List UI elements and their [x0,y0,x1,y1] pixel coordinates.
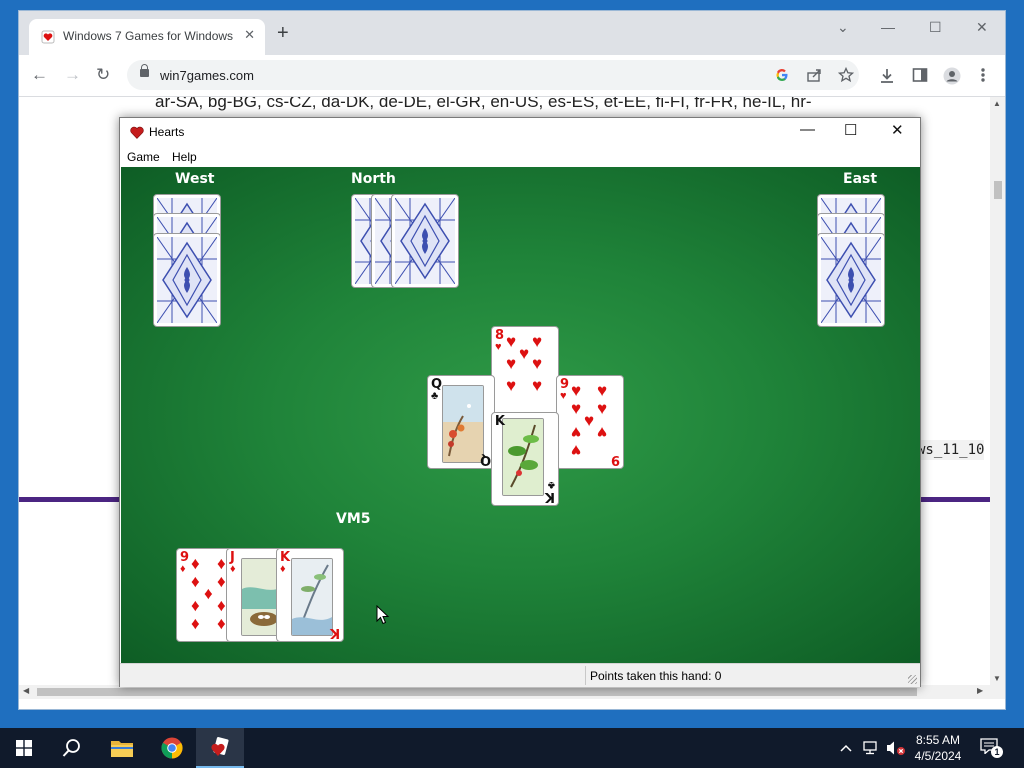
east-card-back [817,233,885,327]
horizontal-scrollbar[interactable]: ◀ ▶ [19,685,1005,699]
browser-tab[interactable]: Windows 7 Games for Windows ✕ [29,19,265,55]
code-snippet: ws_11_10 [917,440,985,460]
new-tab-button[interactable]: + [277,23,289,43]
minimize-button[interactable]: — [881,19,895,35]
forward-button[interactable]: → [64,65,81,85]
address-bar[interactable]: win7games.com [127,60,859,90]
search-icon [62,739,80,757]
hearts-maximize-button[interactable]: ☐ [844,121,857,139]
maximize-button[interactable]: ☐ [929,19,942,36]
chrome-icon [161,737,183,759]
card-suit: ♣ [547,479,555,491]
points-status: Points taken this hand: 0 [590,669,722,683]
hearts-titlebar[interactable]: Hearts — ☐ ✕ [120,118,920,146]
scroll-up-arrow-icon[interactable]: ▲ [993,99,1001,108]
scroll-down-arrow-icon[interactable]: ▼ [993,674,1001,683]
reload-button[interactable]: ↻ [96,65,110,85]
windows-logo-icon [16,740,32,756]
scroll-left-arrow-icon[interactable]: ◀ [23,686,29,695]
game-table: West North East VM5 8 ♥ ♥ ♥ ♥ ♥ ♥ ♥ ♥ Q … [121,167,920,663]
clock-date[interactable]: 4/5/2024 [908,749,968,763]
languages-text: ar-SA, bg-BG, cs-CZ, da-DK, de-DE, el-GR… [155,97,812,111]
show-hidden-icons-chevron-icon[interactable] [840,743,852,753]
menu-game[interactable]: Game [127,150,160,164]
card-suit: ♥ [560,390,567,402]
status-separator [585,666,586,685]
hearts-favicon-icon [41,30,55,44]
lock-icon [140,64,149,77]
trick-card-east: 9 ♥ ♥ ♥ ♥ ♥ ♥ ♥ ♥ ♥ 9 [556,375,624,469]
network-icon[interactable] [863,741,881,755]
search-button[interactable] [48,728,96,768]
west-card-back [153,233,221,327]
windows-taskbar: 8:55 AM 4/5/2024 1 [0,728,1024,768]
folder-icon [111,741,133,757]
file-explorer-button[interactable] [98,728,146,768]
mouse-cursor-icon [376,605,390,625]
king-face-art-icon [291,558,333,636]
volume-muted-icon[interactable] [886,740,906,756]
hearts-menubar: Game Help [120,146,920,167]
player-label-west: West [175,171,215,187]
hearts-minimize-button[interactable]: — [800,121,815,138]
vertical-scroll-thumb[interactable] [994,181,1002,199]
player-label-north: North [351,171,396,187]
player-label-south: VM5 [336,511,371,527]
hearts-taskbar-button[interactable] [196,728,244,768]
menu-kebab-icon[interactable] [980,67,986,83]
card-suit: ♦ [280,563,286,575]
download-icon[interactable] [879,67,895,85]
card-rank: K [544,489,555,504]
heart-pips: ♥ ♥ ♥ ♥ ♥ ♥ ♥ [506,332,543,395]
tab-search-icon[interactable]: ⌄ [837,19,849,36]
back-button[interactable]: ← [31,65,48,85]
trick-card-west: Q ♣ Q [427,375,495,469]
player-label-east: East [843,171,878,187]
clock-time[interactable]: 8:55 AM [908,733,968,747]
google-icon[interactable] [775,68,789,82]
hand-card-k-diamonds[interactable]: K ♦ K [276,548,344,642]
north-card-back [391,194,459,288]
tab-close-icon[interactable]: ✕ [244,27,255,43]
hearts-window-title: Hearts [149,125,185,139]
hearts-window: Hearts — ☐ ✕ Game Help West North East V… [119,117,921,687]
vertical-scrollbar[interactable]: ▲ ▼ [990,97,1005,699]
scroll-right-arrow-icon[interactable]: ▶ [977,686,983,695]
tab-strip: Windows 7 Games for Windows ✕ + ⌄ — ☐ ✕ [19,11,1005,55]
notification-count-badge: 1 [991,746,1003,758]
url-text: win7games.com [160,68,254,83]
card-suit: ♦ [180,563,186,575]
browser-toolbar: ← → ↻ win7games.com [19,55,1005,97]
menu-help[interactable]: Help [172,150,197,164]
chrome-taskbar-button[interactable] [148,728,196,768]
card-rank-bottom: K [495,414,506,429]
tab-title: Windows 7 Games for Windows [63,29,234,43]
queen-face-art-icon [442,385,484,463]
side-panel-icon[interactable] [912,67,928,83]
bookmark-star-icon[interactable] [838,67,854,83]
card-rank-bottom: 9 [610,452,620,467]
profile-avatar-icon[interactable] [943,67,961,85]
card-suit: ♦ [230,563,236,575]
trick-card-south: K ♣ K [491,412,559,506]
close-button[interactable]: ✕ [976,19,988,36]
card-rank-bottom: K [329,625,340,640]
trick-card-north: 8 ♥ ♥ ♥ ♥ ♥ ♥ ♥ ♥ [491,326,559,420]
king-face-art-icon [502,418,544,496]
card-suit: ♣ [431,390,439,402]
hearts-close-button[interactable]: ✕ [891,121,904,139]
hearts-app-icon [130,126,144,139]
horizontal-scroll-thumb[interactable] [37,688,917,696]
notifications-button[interactable]: 1 [980,738,1003,758]
start-button[interactable] [0,728,48,768]
share-icon[interactable] [807,68,823,82]
hearts-statusbar: Points taken this hand: 0 [120,663,920,687]
card-rank-bottom: Q [479,452,491,467]
hearts-app-icon [211,737,229,756]
resize-grip-icon[interactable] [908,675,917,684]
card-suit: ♥ [495,341,502,353]
